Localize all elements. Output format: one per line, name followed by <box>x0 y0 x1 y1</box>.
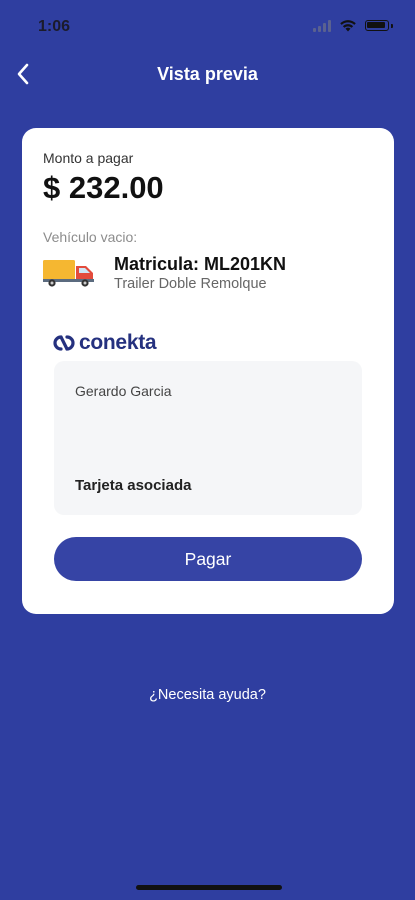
status-bar: 1:06 <box>0 0 415 48</box>
status-icons <box>313 19 393 32</box>
vehicle-label: Vehículo vacio: <box>43 229 138 245</box>
signal-icon <box>313 19 331 32</box>
home-indicator <box>136 885 282 890</box>
battery-icon <box>365 20 389 31</box>
vehicle-type: Trailer Doble Remolque <box>114 276 267 292</box>
amount-label: Monto a pagar <box>43 150 134 166</box>
card-holder-name: Gerardo Garcia <box>75 383 172 399</box>
status-time: 1:06 <box>38 18 71 35</box>
pay-button[interactable]: Pagar <box>54 537 362 581</box>
conekta-mark-icon <box>53 335 75 351</box>
vehicle-plate: Matricula: ML201KN <box>114 254 287 274</box>
truck-icon <box>43 260 94 287</box>
card-status: Tarjeta asociada <box>75 477 192 494</box>
wifi-icon <box>340 20 356 32</box>
payment-summary-card: Monto a pagar $ 232.00 Vehículo vacio: M… <box>22 128 394 614</box>
page-title: Vista previa <box>157 64 258 84</box>
amount-value: $ 232.00 <box>43 170 164 205</box>
help-link[interactable]: ¿Necesita ayuda? <box>0 687 415 703</box>
saved-card[interactable]: Gerardo Garcia Tarjeta asociada <box>54 361 362 515</box>
conekta-logo: conekta <box>53 331 157 355</box>
battery-tip <box>391 23 393 28</box>
conekta-wordmark: conekta <box>79 331 157 354</box>
nav-bar: Vista previa <box>0 55 415 95</box>
